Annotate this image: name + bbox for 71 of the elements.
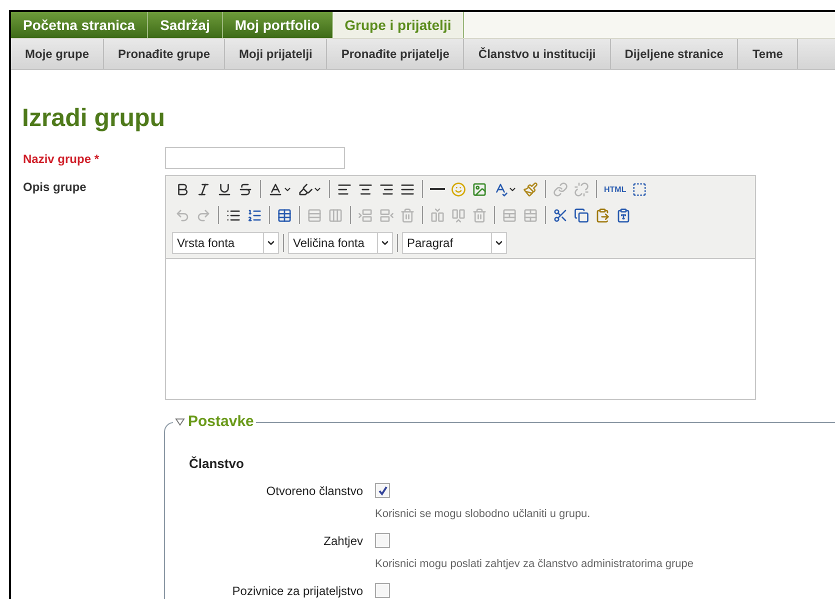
option-label: Zahtjev xyxy=(322,534,364,548)
copy-icon xyxy=(574,208,589,222)
sub-tab[interactable]: Moji prijatelji xyxy=(225,39,328,69)
delete-icon xyxy=(400,208,415,222)
align-right-icon xyxy=(379,182,394,196)
field-label: Naziv grupe * xyxy=(23,151,100,168)
dropdown[interactable]: Paragraf xyxy=(402,232,507,254)
brush-icon xyxy=(523,182,538,196)
option-label: Otvoreno članstvo xyxy=(265,484,364,498)
html-button[interactable]: HTML xyxy=(602,179,628,199)
main-tab[interactable]: Početna stranica xyxy=(11,12,148,38)
columns-icon xyxy=(328,208,343,222)
insert-row-icon xyxy=(379,208,394,222)
main-tab[interactable]: Sadržaj xyxy=(148,12,223,38)
merge-cells-icon xyxy=(523,208,538,222)
align-center-icon xyxy=(358,182,373,196)
caret-icon xyxy=(266,238,276,248)
sub-tab[interactable]: Teme xyxy=(738,39,798,69)
page-title: Izradi grupu xyxy=(22,104,166,133)
scissors-icon xyxy=(553,208,568,222)
bold-icon xyxy=(175,182,190,196)
checkbox[interactable] xyxy=(375,583,390,598)
sub-tab[interactable]: Članstvo u instituciji xyxy=(464,39,611,69)
undo-icon xyxy=(175,208,190,222)
text-color-icon xyxy=(268,182,283,196)
input-field[interactable] xyxy=(165,147,345,169)
insert-column-icon xyxy=(451,208,466,222)
section-heading: Članstvo xyxy=(189,456,245,471)
underline-icon xyxy=(217,182,232,196)
field-label: Opis grupe xyxy=(23,179,88,196)
sub-tab[interactable]: Pronađite grupe xyxy=(104,39,226,69)
italic-icon xyxy=(196,182,211,196)
caret-icon xyxy=(494,238,504,248)
sub-tab[interactable]: Moje grupe xyxy=(11,39,104,69)
text-editor[interactable]: HTML Vrsta fonta Veličina fonta Paragraf xyxy=(165,175,756,400)
option-description: Korisnici se mogu slobodno učlaniti u grupu. xyxy=(375,508,592,520)
align-left-icon xyxy=(337,182,352,196)
option-label: Pozivnice za prijateljstvo xyxy=(231,584,364,598)
bullet-list-icon xyxy=(226,208,241,222)
window-icon xyxy=(632,182,648,196)
smiley-icon xyxy=(451,182,466,196)
image-icon xyxy=(472,182,487,196)
paste-text-icon xyxy=(616,208,631,222)
caret-icon xyxy=(380,238,390,248)
unlink-icon xyxy=(574,182,589,196)
sub-tab[interactable]: Dijeljene stranice xyxy=(610,39,738,69)
insert-column-icon xyxy=(430,208,445,222)
rows-icon xyxy=(307,208,322,222)
horizontal-line-icon xyxy=(430,188,445,190)
dropdown[interactable]: Vrsta fonta xyxy=(172,232,279,254)
insert-row-icon xyxy=(358,208,373,222)
spellcheck-icon xyxy=(493,182,508,196)
delete-icon xyxy=(472,208,487,222)
link-icon xyxy=(553,182,568,196)
justify-icon xyxy=(400,182,415,196)
checkbox[interactable] xyxy=(375,483,390,498)
main-tab[interactable]: Grupe i prijatelji xyxy=(332,12,464,38)
paste-icon xyxy=(595,208,610,222)
redo-icon xyxy=(196,208,211,222)
triangle-icon xyxy=(175,418,185,426)
highlighter-icon xyxy=(298,182,313,196)
numbered-list-icon xyxy=(247,208,262,222)
option-description: Korisnici mogu poslati zahtjev za članstvo administratorima grupe xyxy=(375,558,695,570)
main-tab[interactable]: Moj portfolio xyxy=(222,12,333,38)
split-cells-icon xyxy=(502,208,517,222)
strikethrough-icon xyxy=(238,182,253,196)
checkbox[interactable] xyxy=(375,533,390,548)
table-icon xyxy=(277,208,292,222)
sub-tab[interactable]: Pronađite prijatelje xyxy=(327,39,464,69)
dropdown[interactable]: Veličina fonta xyxy=(288,232,393,254)
check-icon xyxy=(378,486,388,496)
